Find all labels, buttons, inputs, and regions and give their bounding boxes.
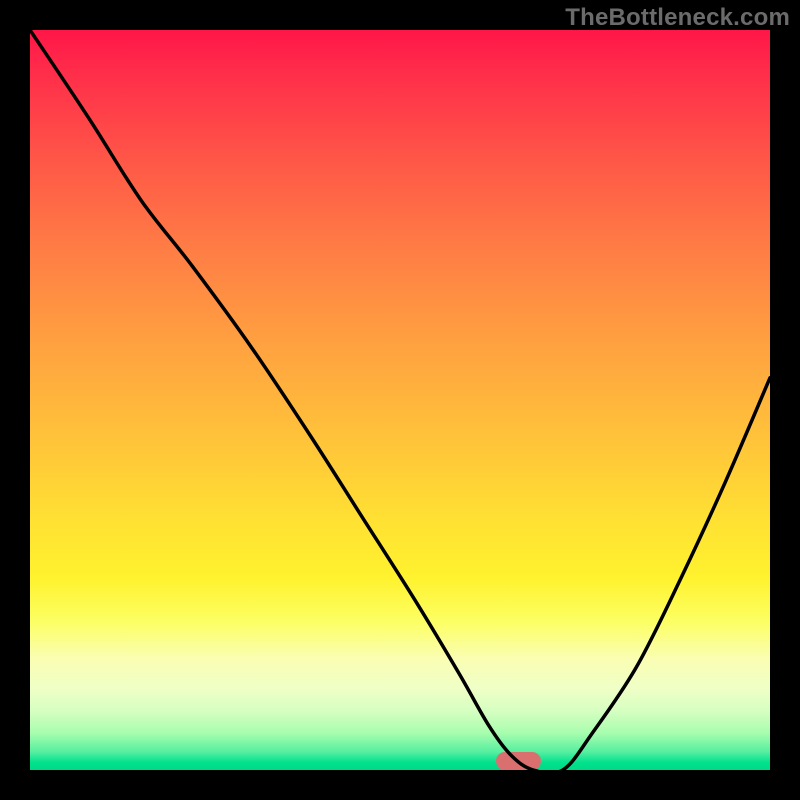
bottleneck-curve	[30, 30, 770, 770]
plot-area	[30, 30, 770, 770]
chart-frame: TheBottleneck.com	[0, 0, 800, 800]
watermark-text: TheBottleneck.com	[565, 4, 790, 32]
